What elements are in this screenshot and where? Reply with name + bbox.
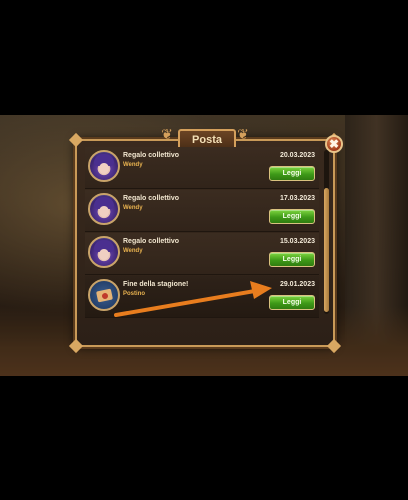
message-row: Regalo collettivo Wendy 20.03.2023 Leggi — [85, 147, 319, 189]
message-row: Regalo collettivo Wendy 15.03.2023 Leggi — [85, 233, 319, 275]
close-icon: ✖ — [328, 137, 340, 151]
message-sender: Postino — [123, 291, 145, 297]
message-sender: Wendy — [123, 162, 143, 168]
envelope-icon — [88, 279, 120, 311]
read-button[interactable]: Leggi — [269, 252, 315, 267]
message-title: Regalo collettivo — [123, 152, 180, 159]
message-row: Regalo collettivo Wendy 17.03.2023 Leggi — [85, 190, 319, 232]
title-ornament-left-icon: ❦ — [161, 126, 173, 142]
message-date: 17.03.2023 — [279, 195, 315, 202]
message-sender: Wendy — [123, 248, 143, 254]
wendy-avatar-icon — [88, 236, 120, 268]
message-title: Fine della stagione! — [123, 281, 189, 288]
message-list: Regalo collettivo Wendy 20.03.2023 Leggi… — [85, 147, 319, 318]
wendy-avatar-icon — [88, 150, 120, 182]
scrollbar[interactable] — [324, 150, 329, 314]
wendy-avatar-icon — [88, 193, 120, 225]
message-title: Regalo collettivo — [123, 195, 180, 202]
message-row: Fine della stagione! Postino 29.01.2023 … — [85, 276, 319, 318]
read-button[interactable]: Leggi — [269, 209, 315, 224]
message-date: 20.03.2023 — [279, 152, 315, 159]
message-title: Regalo collettivo — [123, 238, 180, 245]
title-ornament-right-icon: ❦ — [237, 126, 249, 142]
scrollbar-thumb[interactable] — [324, 188, 329, 312]
read-button[interactable]: Leggi — [269, 295, 315, 310]
message-date: 15.03.2023 — [279, 238, 315, 245]
message-date: 29.01.2023 — [279, 281, 315, 288]
message-sender: Wendy — [123, 205, 143, 211]
read-button[interactable]: Leggi — [269, 166, 315, 181]
